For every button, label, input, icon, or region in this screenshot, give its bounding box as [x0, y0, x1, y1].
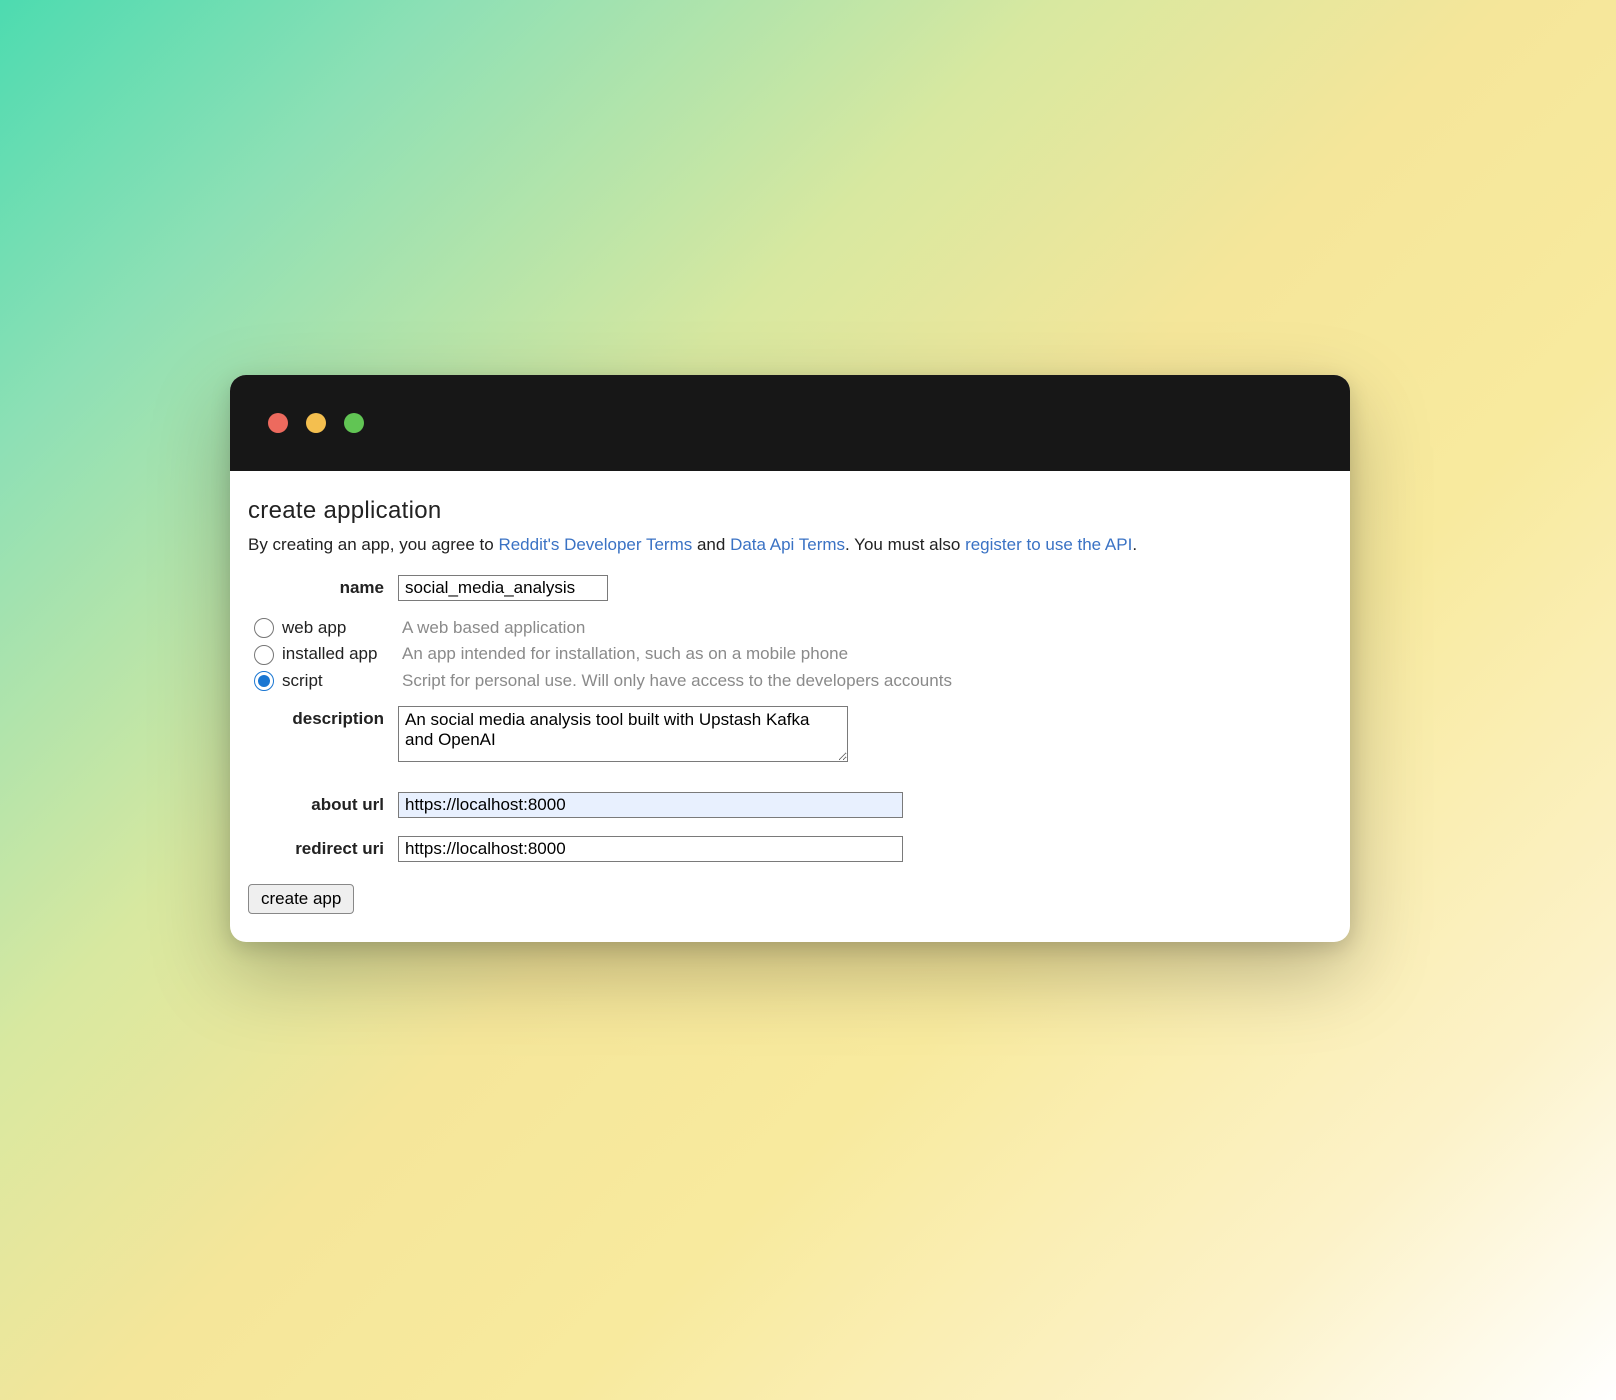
minimize-icon[interactable] — [306, 413, 326, 433]
close-icon[interactable] — [268, 413, 288, 433]
description-row: description — [248, 706, 1332, 762]
apptype-webapp-desc: A web based application — [402, 615, 585, 641]
consent-post: . — [1132, 535, 1137, 554]
apptype-script-row: script Script for personal use. Will onl… — [248, 668, 1332, 694]
apptype-webapp-label: web app — [282, 615, 402, 641]
apptype-installed-radio[interactable] — [254, 645, 274, 665]
consent-mid2: . You must also — [845, 535, 965, 554]
browser-window: create application By creating an app, y… — [230, 375, 1350, 942]
apptype-script-label: script — [282, 668, 402, 694]
apptype-installed-desc: An app intended for installation, such a… — [402, 641, 848, 667]
titlebar — [230, 375, 1350, 471]
apptype-script-desc: Script for personal use. Will only have … — [402, 668, 952, 694]
create-app-button[interactable]: create app — [248, 884, 354, 914]
spacer — [248, 770, 1332, 792]
name-label: name — [248, 575, 398, 598]
consent-text: By creating an app, you agree to Reddit'… — [248, 535, 1332, 555]
about-url-input[interactable] — [398, 792, 903, 818]
redirect-uri-row: redirect uri — [248, 836, 1332, 862]
consent-mid1: and — [692, 535, 730, 554]
page-title: create application — [248, 497, 1332, 525]
about-url-label: about url — [248, 792, 398, 815]
description-label: description — [248, 706, 398, 729]
apptype-installed-label: installed app — [282, 641, 402, 667]
redirect-uri-label: redirect uri — [248, 836, 398, 859]
data-api-terms-link[interactable]: Data Api Terms — [730, 535, 845, 554]
apptype-script-radio[interactable] — [254, 671, 274, 691]
register-api-link[interactable]: register to use the API — [965, 535, 1132, 554]
about-url-row: about url — [248, 792, 1332, 818]
apptype-installed-row: installed app An app intended for instal… — [248, 641, 1332, 667]
app-type-group: web app A web based application installe… — [248, 615, 1332, 694]
description-input[interactable] — [398, 706, 848, 762]
apptype-webapp-row: web app A web based application — [248, 615, 1332, 641]
maximize-icon[interactable] — [344, 413, 364, 433]
redirect-uri-input[interactable] — [398, 836, 903, 862]
name-input[interactable] — [398, 575, 608, 601]
form-content: create application By creating an app, y… — [230, 471, 1350, 942]
name-row: name — [248, 575, 1332, 601]
apptype-webapp-radio[interactable] — [254, 618, 274, 638]
developer-terms-link[interactable]: Reddit's Developer Terms — [498, 535, 692, 554]
consent-pre: By creating an app, you agree to — [248, 535, 498, 554]
